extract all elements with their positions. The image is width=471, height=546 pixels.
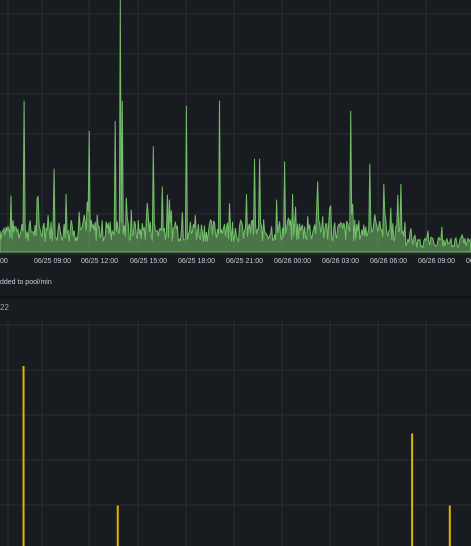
bottom-chart-svg[interactable] [0,299,471,546]
x-tick-label: 06/25 21:00 [226,258,263,265]
top-legend-label[interactable]: dded to pool/min [0,279,52,286]
bottom-chart-panel: 22 [0,299,471,546]
x-tick-label: 06/25 09:00 [34,258,71,265]
bottom-panel-title: 22 [0,303,9,312]
x-tick-label: 06/25 12:00 [81,258,118,265]
x-tick-label: 06/26 03:00 [322,258,359,265]
x-tick-label: 06/26 1 [466,258,471,265]
x-tick-label: 06/26 09:00 [418,258,455,265]
top-chart-panel: 00 06/25 09:00 06/25 12:00 06/25 15:00 06/25… [0,0,471,296]
spike-bar [411,433,414,546]
x-tick-label: 06/25 18:00 [178,258,215,265]
spike-bar [22,366,25,546]
x-tick-label: 06/25 15:00 [130,258,167,265]
x-tick-label: 06/26 06:00 [370,258,407,265]
top-chart-svg[interactable]: 00 06/25 09:00 06/25 12:00 06/25 15:00 06/25… [0,0,471,296]
spike-bar [116,505,119,546]
x-tick-label: 06/26 00:00 [274,258,311,265]
x-tick-label: 00 [0,258,8,265]
spike-bar [448,505,451,546]
